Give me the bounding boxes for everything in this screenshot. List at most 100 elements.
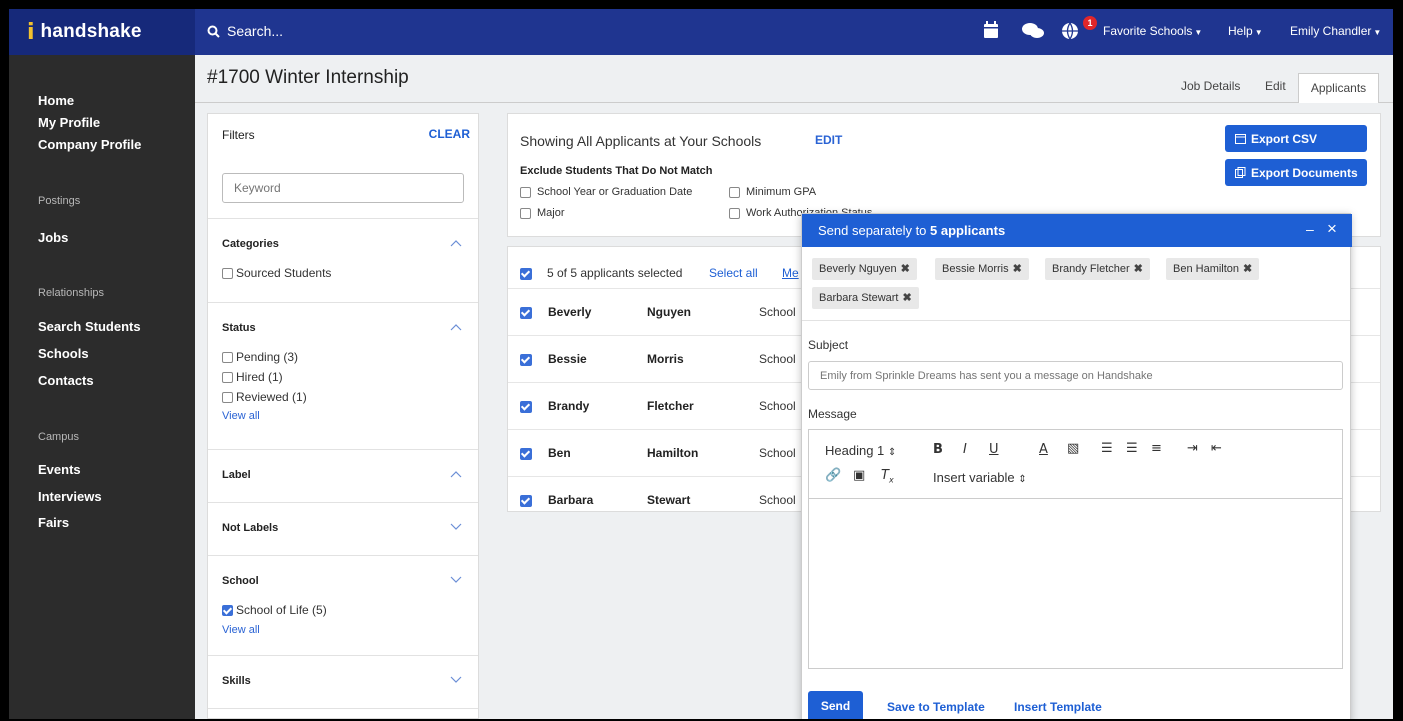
checkbox[interactable]: [222, 351, 233, 363]
row-checkbox[interactable]: [520, 448, 532, 460]
sidebar-item-home[interactable]: Home: [38, 93, 74, 108]
chevron-down-icon[interactable]: [450, 676, 462, 684]
sidebar-section-relationships: Relationships: [38, 287, 105, 299]
insert-variable-select[interactable]: Insert variable ⇕: [933, 470, 1027, 485]
messages-icon[interactable]: [1022, 23, 1044, 39]
modal-title-prefix: Send separately to: [818, 223, 931, 238]
editor-toolbar: Heading 1 ⇕ B I U A ▧ ☰ ☰ ≡ ⇥ ⇤ 🔗 ▣ Tx I…: [809, 430, 1342, 499]
tab-job-details[interactable]: Job Details: [1181, 79, 1240, 93]
sidebar-item-my-profile[interactable]: My Profile: [38, 115, 100, 130]
globe-icon[interactable]: [1061, 22, 1079, 40]
bold-button[interactable]: B: [933, 442, 943, 457]
checkbox-checked[interactable]: [222, 604, 233, 616]
checkbox[interactable]: [729, 186, 740, 198]
recipient-chip[interactable]: Barbara Stewart ✖: [812, 287, 919, 309]
heading-select[interactable]: Heading 1 ⇕: [825, 443, 896, 458]
option-school-of-life[interactable]: School of Life (5): [222, 603, 327, 617]
option-reviewed[interactable]: Reviewed (1): [222, 390, 307, 404]
remove-icon[interactable]: ✖: [902, 292, 911, 304]
ordered-list-icon[interactable]: ☰: [1101, 441, 1113, 456]
sidebar-item-contacts[interactable]: Contacts: [38, 373, 94, 388]
checkbox[interactable]: [222, 371, 233, 383]
keyword-input[interactable]: [222, 173, 464, 203]
row-checkbox[interactable]: [520, 401, 532, 413]
remove-icon[interactable]: ✖: [1243, 263, 1252, 275]
export-csv-button[interactable]: Export CSV: [1225, 125, 1367, 152]
save-to-template-button[interactable]: Save to Template: [887, 700, 985, 714]
option-label: Minimum GPA: [746, 186, 817, 198]
tab-edit[interactable]: Edit: [1265, 79, 1286, 93]
remove-icon[interactable]: ✖: [1013, 263, 1022, 275]
school: School: [759, 493, 796, 507]
tab-applicants[interactable]: Applicants: [1298, 73, 1379, 103]
sidebar-item-company-profile[interactable]: Company Profile: [38, 137, 141, 152]
remove-icon[interactable]: ✖: [1134, 263, 1143, 275]
filter-section-school: School School of Life (5) View all: [208, 555, 478, 655]
minimize-button[interactable]: –: [1306, 221, 1314, 237]
select-all-link[interactable]: Select all: [709, 266, 758, 280]
chevron-down-icon[interactable]: [450, 523, 462, 531]
recipient-chip[interactable]: Beverly Nguyen ✖: [812, 258, 917, 280]
send-button[interactable]: Send: [808, 691, 863, 719]
chevron-up-icon[interactable]: [450, 323, 462, 331]
brand-logo[interactable]: i handshake: [9, 9, 195, 55]
chevron-down-icon[interactable]: [450, 576, 462, 584]
underline-button[interactable]: U: [989, 442, 999, 457]
select-all-checkbox[interactable]: [520, 268, 532, 280]
link-icon[interactable]: 🔗: [825, 468, 841, 483]
clear-filters-button[interactable]: CLEAR: [429, 127, 470, 141]
checkbox[interactable]: [520, 207, 531, 219]
row-checkbox[interactable]: [520, 307, 532, 319]
option-sourced-students[interactable]: Sourced Students: [222, 266, 331, 280]
checkbox[interactable]: [520, 186, 531, 198]
recipient-chip[interactable]: Ben Hamilton ✖: [1166, 258, 1260, 280]
highlight-icon[interactable]: ▧: [1067, 441, 1079, 456]
option-pending[interactable]: Pending (3): [222, 350, 298, 364]
exclude-option-gpa[interactable]: Minimum GPA: [729, 186, 816, 198]
sidebar-item-interviews[interactable]: Interviews: [38, 489, 102, 504]
status-view-all-link[interactable]: View all: [222, 410, 260, 422]
exclude-option-graduation[interactable]: School Year or Graduation Date: [520, 186, 692, 198]
message-link[interactable]: Me: [782, 266, 799, 280]
sidebar-item-jobs[interactable]: Jobs: [38, 230, 68, 245]
option-hired[interactable]: Hired (1): [222, 370, 283, 384]
exclude-option-major[interactable]: Major: [520, 207, 565, 219]
edit-scope-link[interactable]: EDIT: [815, 133, 842, 147]
indent-icon[interactable]: ⇥: [1187, 441, 1198, 456]
subject-input[interactable]: [808, 361, 1343, 390]
user-menu[interactable]: Emily Chandler ▼: [1290, 24, 1381, 38]
close-button[interactable]: ×: [1327, 219, 1337, 239]
recipient-chip[interactable]: Bessie Morris ✖: [935, 258, 1029, 280]
message-body-textarea[interactable]: [809, 500, 1342, 668]
export-documents-button[interactable]: Export Documents: [1225, 159, 1367, 186]
help-menu[interactable]: Help ▼: [1228, 24, 1263, 38]
modal-title-count: 5 applicants: [930, 223, 1006, 238]
clear-format-icon[interactable]: Tx: [881, 468, 894, 485]
checkbox[interactable]: [222, 391, 233, 403]
sidebar-item-schools[interactable]: Schools: [38, 346, 89, 361]
row-checkbox[interactable]: [520, 354, 532, 366]
row-checkbox[interactable]: [520, 495, 532, 507]
align-icon[interactable]: ≡: [1151, 441, 1162, 456]
image-icon[interactable]: ▣: [853, 468, 865, 483]
recipient-chip[interactable]: Brandy Fletcher ✖: [1045, 258, 1150, 280]
chevron-up-icon[interactable]: [450, 239, 462, 247]
text-color-button[interactable]: A: [1039, 442, 1048, 457]
favorite-schools-menu[interactable]: Favorite Schools ▼: [1103, 24, 1202, 38]
sidebar-item-events[interactable]: Events: [38, 462, 81, 477]
italic-button[interactable]: I: [963, 442, 967, 457]
outdent-icon[interactable]: ⇤: [1211, 441, 1222, 456]
insert-template-button[interactable]: Insert Template: [1014, 700, 1102, 714]
compose-message-modal: Send separately to 5 applicants – × Beve…: [801, 213, 1352, 719]
school-view-all-link[interactable]: View all: [222, 624, 260, 636]
checkbox[interactable]: [222, 267, 233, 279]
sidebar-item-search-students[interactable]: Search Students: [38, 319, 141, 334]
checkbox[interactable]: [729, 207, 740, 219]
global-search[interactable]: Search...: [207, 23, 283, 39]
chevron-up-icon[interactable]: [450, 470, 462, 478]
sidebar-item-fairs[interactable]: Fairs: [38, 515, 69, 530]
remove-icon[interactable]: ✖: [901, 263, 910, 275]
option-label: Reviewed (1): [236, 390, 307, 404]
bullet-list-icon[interactable]: ☰: [1126, 441, 1138, 456]
calendar-icon[interactable]: [983, 21, 999, 39]
